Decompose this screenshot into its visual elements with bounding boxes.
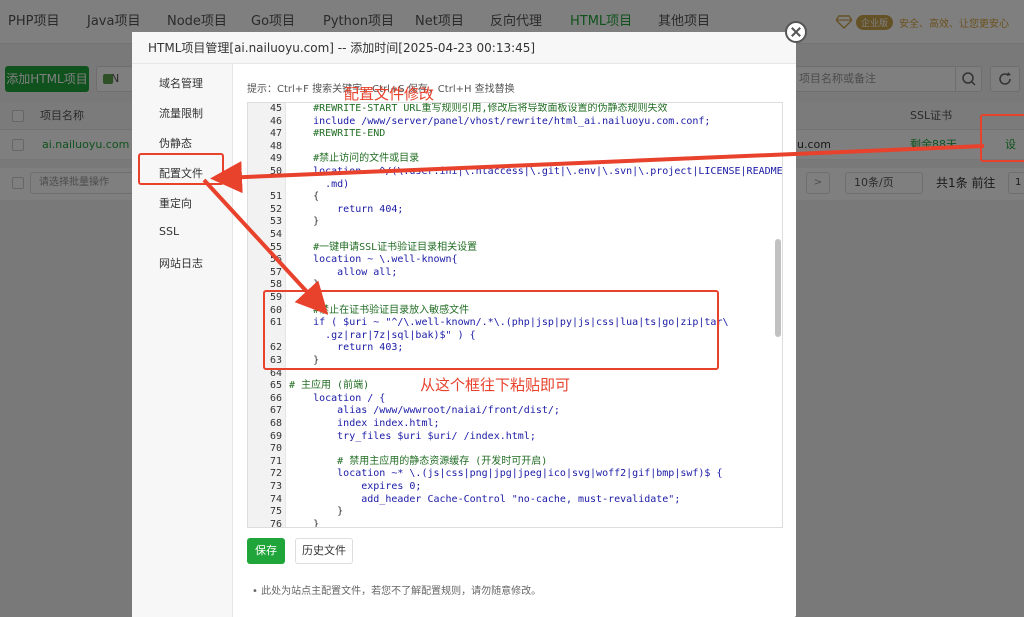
annotation-arrows <box>202 144 985 315</box>
arrow-config-to-paste-box <box>202 178 329 315</box>
arrow-settings-to-config <box>210 144 985 194</box>
